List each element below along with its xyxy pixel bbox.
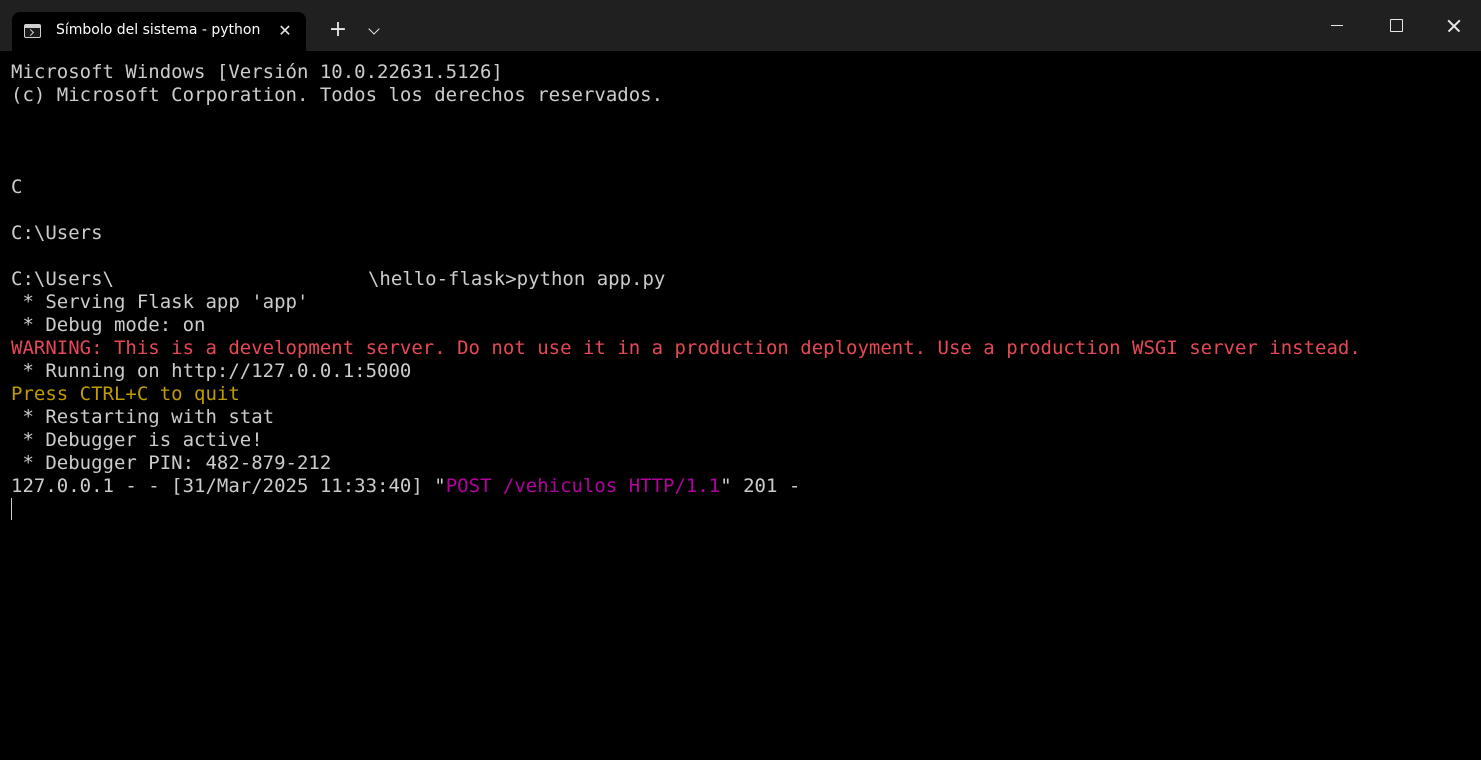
terminal-line-copyright: (c) Microsoft Corporation. Todos los der… [11,84,664,106]
terminal-line-request-log: 127.0.0.1 - - [31/Mar/2025 11:33:40] "PO… [11,475,800,498]
terminal-line-debugger-active: * Debugger is active! [11,429,263,451]
terminal-line-debugger-pin: * Debugger PIN: 482-879-212 [11,452,332,474]
tab-title: Símbolo del sistema - python [56,22,261,38]
terminal-line-restarting: * Restarting with stat [11,406,275,428]
minimize-icon[interactable] [1308,0,1366,51]
terminal-line-quit-hint: Press CTRL+C to quit [11,383,240,405]
request-log-suffix: " 201 - [720,475,801,497]
text-cursor [11,498,12,520]
close-icon[interactable]: ✕ [274,20,296,42]
terminal-output[interactable]: Microsoft Windows [Versión 10.0.22631.51… [0,51,1481,760]
tab-command-prompt[interactable]: Símbolo del sistema - python ✕ [12,12,306,51]
terminal-line-command: C:\Users\ \hello-flask>python app.py [11,268,665,291]
new-tab-button[interactable]: + [325,19,351,45]
request-log-prefix: 127.0.0.1 - - [31/Mar/2025 11:33:40] " [11,475,446,497]
command-suffix: \hello-flask>python app.py [367,268,666,290]
chevron-down-icon[interactable] [365,22,385,42]
terminal-line-running: * Running on http://127.0.0.1:5000 [11,360,412,382]
title-bar: Símbolo del sistema - python ✕ + [0,0,1481,51]
window-close-icon[interactable] [1424,0,1481,51]
terminal-line-warning: WARNING: This is a development server. D… [11,337,1361,359]
terminal-line-serving: * Serving Flask app 'app' [11,291,309,313]
terminal-line-prompt-2: C:\Users [11,222,103,244]
command-prefix: C:\Users\ [11,268,114,290]
terminal-icon [24,24,41,38]
request-log-request: POST /vehiculos HTTP/1.1 [445,475,721,497]
maximize-icon[interactable] [1366,0,1424,51]
terminal-line-version: Microsoft Windows [Versión 10.0.22631.51… [11,61,503,83]
terminal-line-prompt-1: C [11,176,23,198]
terminal-line-debug-mode: * Debug mode: on [11,314,206,336]
